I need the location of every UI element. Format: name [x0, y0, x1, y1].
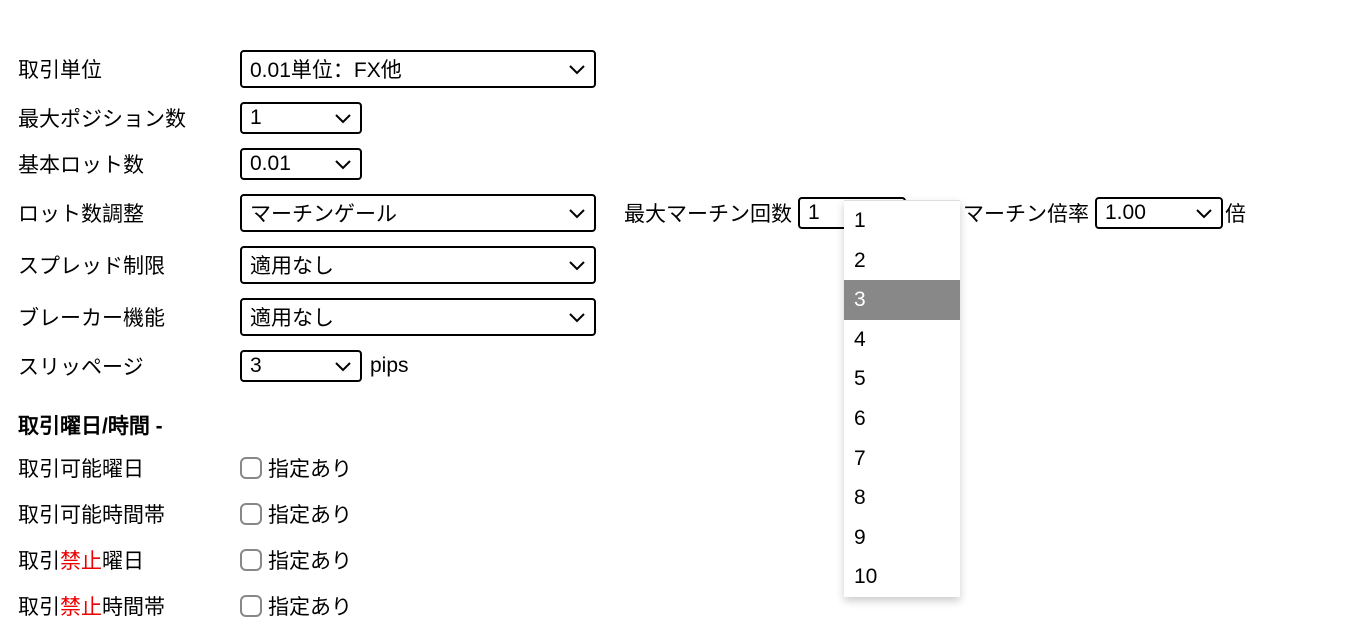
- dropdown-option[interactable]: 8: [844, 478, 960, 518]
- chevron-down-icon: [334, 158, 352, 170]
- select-base-lot-value: 0.01: [250, 152, 291, 176]
- select-breaker[interactable]: 適用なし: [240, 298, 596, 336]
- select-spread-limit-value: 適用なし: [250, 250, 334, 280]
- checkbox-enable-days[interactable]: [240, 457, 262, 479]
- chevron-down-icon: [568, 207, 586, 219]
- dropdown-option[interactable]: 6: [844, 399, 960, 439]
- select-lot-adjust[interactable]: マーチンゲール: [240, 194, 596, 232]
- label-enable-time: 取引可能時間帯: [18, 499, 240, 529]
- checkbox-label-prohibit-time: 指定あり: [268, 591, 352, 621]
- dropdown-option[interactable]: 7: [844, 439, 960, 479]
- select-base-lot[interactable]: 0.01: [240, 148, 362, 180]
- select-max-martin-value: 1: [808, 201, 820, 225]
- label-martin-mult: マーチン倍率: [963, 198, 1089, 228]
- label-trade-unit: 取引単位: [18, 54, 240, 84]
- select-spread-limit[interactable]: 適用なし: [240, 246, 596, 284]
- chevron-down-icon: [1195, 207, 1213, 219]
- label-prohibit-time-red: 禁止: [60, 596, 102, 619]
- label-prohibit-days-red: 禁止: [60, 550, 102, 573]
- checkbox-prohibit-days[interactable]: [240, 549, 262, 571]
- chevron-down-icon: [334, 112, 352, 124]
- dropdown-option[interactable]: 9: [844, 518, 960, 558]
- dropdown-option[interactable]: 2: [844, 241, 960, 281]
- label-breaker: ブレーカー機能: [18, 302, 240, 332]
- label-slippage: スリッページ: [18, 351, 240, 381]
- checkbox-label-prohibit-days: 指定あり: [268, 545, 352, 575]
- label-prohibit-days-pre: 取引: [18, 550, 60, 573]
- chevron-down-icon: [334, 360, 352, 372]
- select-max-positions[interactable]: 1: [240, 102, 362, 134]
- select-slippage-value: 3: [250, 354, 262, 378]
- suffix-slippage: pips: [370, 354, 409, 378]
- checkbox-prohibit-time[interactable]: [240, 595, 262, 617]
- dropdown-option[interactable]: 3: [844, 280, 960, 320]
- label-spread-limit: スプレッド制限: [18, 250, 240, 280]
- label-prohibit-time: 取引禁止時間帯: [18, 591, 240, 621]
- dropdown-option[interactable]: 5: [844, 359, 960, 399]
- select-max-positions-value: 1: [250, 106, 262, 130]
- select-lot-adjust-value: マーチンゲール: [250, 198, 397, 228]
- suffix-martin-mult: 倍: [1225, 198, 1246, 228]
- label-prohibit-days: 取引禁止曜日: [18, 545, 240, 575]
- dropdown-option[interactable]: 1: [844, 201, 960, 241]
- label-base-lot: 基本ロット数: [18, 149, 240, 179]
- select-slippage[interactable]: 3: [240, 350, 362, 382]
- checkbox-enable-time[interactable]: [240, 503, 262, 525]
- select-breaker-value: 適用なし: [250, 302, 334, 332]
- label-enable-days: 取引可能曜日: [18, 453, 240, 483]
- chevron-down-icon: [568, 259, 586, 271]
- checkbox-label-enable-time: 指定あり: [268, 499, 352, 529]
- checkbox-label-enable-days: 指定あり: [268, 453, 352, 483]
- select-martin-mult[interactable]: 1.00: [1095, 197, 1223, 229]
- dropdown-option[interactable]: 10: [844, 557, 960, 597]
- select-trade-unit-value: 0.01単位：FX他: [250, 54, 402, 84]
- label-max-positions: 最大ポジション数: [18, 103, 240, 133]
- label-lot-adjust: ロット数調整: [18, 198, 240, 228]
- select-martin-mult-value: 1.00: [1105, 201, 1146, 225]
- label-prohibit-time-post: 時間帯: [102, 596, 165, 619]
- dropdown-option[interactable]: 4: [844, 320, 960, 360]
- dropdown-max-martin[interactable]: 12345678910: [844, 200, 960, 597]
- label-prohibit-time-pre: 取引: [18, 596, 60, 619]
- label-max-martin: 最大マーチン回数: [624, 198, 792, 228]
- chevron-down-icon: [568, 311, 586, 323]
- chevron-down-icon: [568, 63, 586, 75]
- section-header-trading-schedule: 取引曜日/時間 -: [18, 410, 1371, 440]
- select-trade-unit[interactable]: 0.01単位：FX他: [240, 50, 596, 88]
- label-prohibit-days-post: 曜日: [102, 550, 144, 573]
